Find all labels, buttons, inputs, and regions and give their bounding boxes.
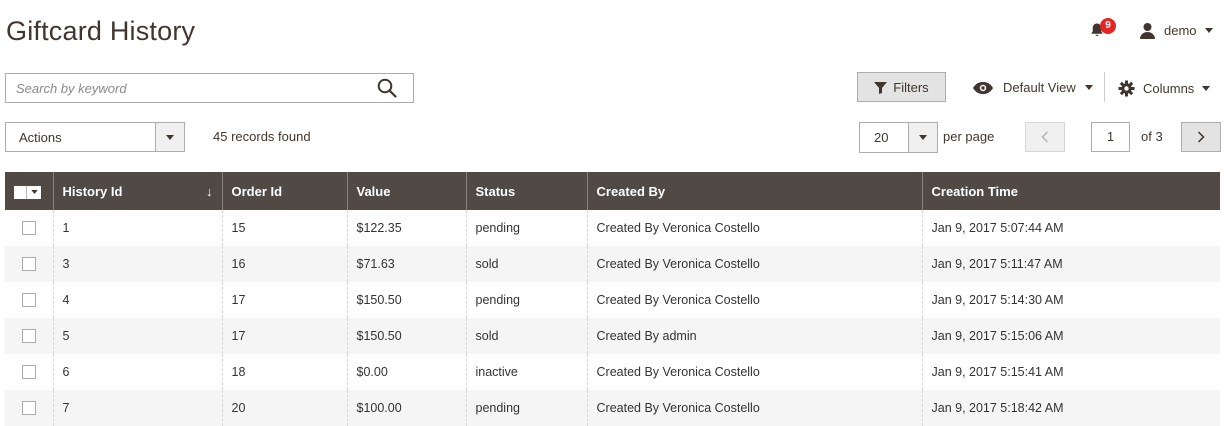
caret-down-icon: [1202, 86, 1211, 91]
table-row[interactable]: 3 16 $71.63 sold Created By Veronica Cos…: [5, 246, 1220, 282]
chevron-left-icon: [1041, 131, 1049, 143]
table-row[interactable]: 7 20 $100.00 pending Created By Veronica…: [5, 390, 1220, 426]
cell-created-by: Created By Veronica Costello: [586, 390, 922, 426]
cell-value: $100.00: [346, 390, 466, 426]
table-row[interactable]: 5 17 $150.50 sold Created By admin Jan 9…: [5, 318, 1220, 354]
cell-status: sold: [465, 246, 587, 282]
cell-order-id: 18: [221, 354, 347, 390]
columns-label: Columns: [1143, 81, 1195, 96]
cell-status: sold: [465, 318, 587, 354]
cell-order-id: 17: [221, 318, 347, 354]
per-page-label: per page: [943, 129, 995, 144]
cell-created-by: Created By Veronica Costello: [586, 354, 922, 390]
cell-creation-time: Jan 9, 2017 5:15:06 AM: [921, 318, 1220, 354]
cell-history-id: 3: [52, 246, 222, 282]
cell-created-by: Created By Veronica Costello: [586, 246, 922, 282]
cell-value: $71.63: [346, 246, 466, 282]
caret-down-icon: [1084, 85, 1093, 90]
cell-value: $0.00: [346, 354, 466, 390]
cell-creation-time: Jan 9, 2017 5:18:42 AM: [921, 390, 1220, 426]
actions-dropdown-toggle[interactable]: [155, 123, 184, 151]
cell-history-id: 1: [52, 210, 222, 246]
chevron-right-icon: [1197, 131, 1205, 143]
mass-select-header[interactable]: [5, 172, 53, 210]
search-icon[interactable]: [377, 78, 397, 98]
column-label: History Id: [62, 183, 123, 199]
row-checkbox[interactable]: [21, 221, 36, 236]
table-row[interactable]: 6 18 $0.00 inactive Created By Veronica …: [5, 354, 1220, 390]
cell-status: pending: [465, 390, 587, 426]
eye-icon: [973, 81, 993, 94]
per-page-select[interactable]: 20: [859, 122, 938, 153]
per-page-toggle[interactable]: [908, 123, 937, 152]
total-pages: of 3: [1141, 129, 1163, 144]
cell-history-id: 7: [52, 390, 222, 426]
user-name: demo: [1164, 22, 1197, 38]
next-page-button[interactable]: [1181, 122, 1221, 152]
prev-page-button[interactable]: [1025, 122, 1065, 152]
row-checkbox[interactable]: [21, 329, 36, 344]
column-header-value[interactable]: Value: [346, 172, 466, 210]
cell-order-id: 17: [221, 282, 347, 318]
cell-creation-time: Jan 9, 2017 5:14:30 AM: [921, 282, 1220, 318]
records-count: 45 records found: [213, 129, 311, 144]
cell-status: pending: [465, 210, 587, 246]
table-row[interactable]: 4 17 $150.50 pending Created By Veronica…: [5, 282, 1220, 318]
cell-value: $150.50: [346, 318, 466, 354]
column-header-status[interactable]: Status: [465, 172, 587, 210]
row-checkbox[interactable]: [21, 401, 36, 416]
actions-label: Actions: [19, 129, 62, 145]
cell-history-id: 4: [52, 282, 222, 318]
current-page-input[interactable]: 1: [1091, 122, 1130, 152]
caret-down-icon: [1204, 27, 1213, 33]
cell-created-by: Created By Veronica Costello: [586, 282, 922, 318]
mass-select-control[interactable]: [14, 185, 41, 199]
gear-icon: [1118, 80, 1135, 97]
per-page-value: 20: [874, 130, 889, 145]
cell-value: $122.35: [346, 210, 466, 246]
cell-history-id: 6: [52, 354, 222, 390]
column-header-creation-time[interactable]: Creation Time: [921, 172, 1220, 210]
cell-creation-time: Jan 9, 2017 5:07:44 AM: [921, 210, 1220, 246]
search-input[interactable]: [6, 74, 366, 102]
user-icon: [1140, 22, 1155, 39]
caret-down-icon: [30, 190, 38, 195]
cell-status: inactive: [465, 354, 587, 390]
actions-select[interactable]: Actions: [5, 122, 185, 152]
page-title: Giftcard History: [6, 16, 196, 46]
row-checkbox[interactable]: [21, 257, 36, 272]
cell-status: pending: [465, 282, 587, 318]
cell-created-by: Created By admin: [586, 318, 922, 354]
caret-down-icon: [919, 135, 927, 140]
columns-button[interactable]: Columns: [1118, 80, 1211, 97]
table-row[interactable]: 1 15 $122.35 pending Created By Veronica…: [5, 210, 1220, 246]
cell-history-id: 5: [52, 318, 222, 354]
cell-order-id: 20: [221, 390, 347, 426]
filters-label: Filters: [893, 79, 929, 95]
sort-arrow-icon: ↓: [206, 183, 213, 199]
row-checkbox[interactable]: [21, 365, 36, 380]
cell-value: $150.50: [346, 282, 466, 318]
user-menu[interactable]: demo: [1139, 20, 1213, 40]
column-header-created-by[interactable]: Created By: [586, 172, 922, 210]
notification-badge[interactable]: 9: [1100, 18, 1116, 34]
column-header-history-id[interactable]: History Id ↓: [52, 172, 222, 210]
column-header-order-id[interactable]: Order Id: [221, 172, 347, 210]
row-checkbox[interactable]: [21, 293, 36, 308]
table-header-row: History Id ↓ Order Id Value Status Creat…: [5, 172, 1220, 210]
cell-created-by: Created By Veronica Costello: [586, 210, 922, 246]
cell-creation-time: Jan 9, 2017 5:11:47 AM: [921, 246, 1220, 282]
view-label: Default View: [1003, 80, 1076, 95]
caret-down-icon: [166, 134, 174, 140]
cell-creation-time: Jan 9, 2017 5:15:41 AM: [921, 354, 1220, 390]
history-grid: History Id ↓ Order Id Value Status Creat…: [5, 172, 1220, 426]
view-switcher[interactable]: Default View: [972, 80, 1093, 95]
funnel-icon: [874, 81, 888, 94]
cell-order-id: 16: [221, 246, 347, 282]
toolbar-divider: [1104, 72, 1105, 102]
filters-button[interactable]: Filters: [857, 72, 946, 102]
cell-order-id: 15: [221, 210, 347, 246]
search-box: [5, 73, 414, 103]
